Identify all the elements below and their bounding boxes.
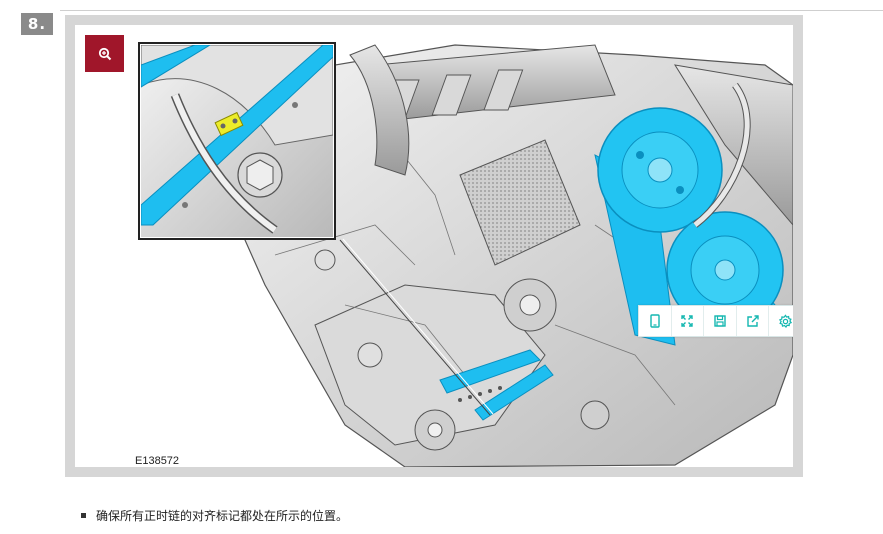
settings-gear-icon bbox=[778, 313, 792, 328]
engine-drawing bbox=[138, 42, 793, 467]
expand-icon bbox=[681, 315, 694, 327]
image-toolbar bbox=[638, 305, 793, 337]
top-divider bbox=[60, 10, 883, 11]
bullet-icon bbox=[81, 513, 86, 518]
figure-frame: E138572 bbox=[65, 15, 803, 477]
instruction-text: 确保所有正时链的对齐标记都处在所示的位置。 bbox=[96, 509, 349, 523]
save-icon bbox=[714, 315, 726, 327]
zoom-in-icon bbox=[98, 47, 111, 60]
tablet-icon bbox=[650, 314, 660, 328]
instruction-list-item: 确保所有正时链的对齐标记都处在所示的位置。 bbox=[81, 507, 348, 524]
zoom-in-button[interactable] bbox=[85, 35, 124, 72]
share-icon bbox=[746, 315, 759, 327]
tablet-view-button[interactable] bbox=[639, 306, 672, 336]
save-image-button[interactable] bbox=[704, 306, 737, 336]
detail-inset bbox=[138, 42, 336, 240]
engine-illustration[interactable]: E138572 bbox=[75, 25, 793, 467]
settings-button[interactable] bbox=[769, 306, 793, 336]
step-number-badge: 8. bbox=[21, 13, 53, 35]
figure-id-label: E138572 bbox=[135, 455, 180, 467]
fullscreen-button[interactable] bbox=[672, 306, 705, 336]
share-button[interactable] bbox=[737, 306, 770, 336]
